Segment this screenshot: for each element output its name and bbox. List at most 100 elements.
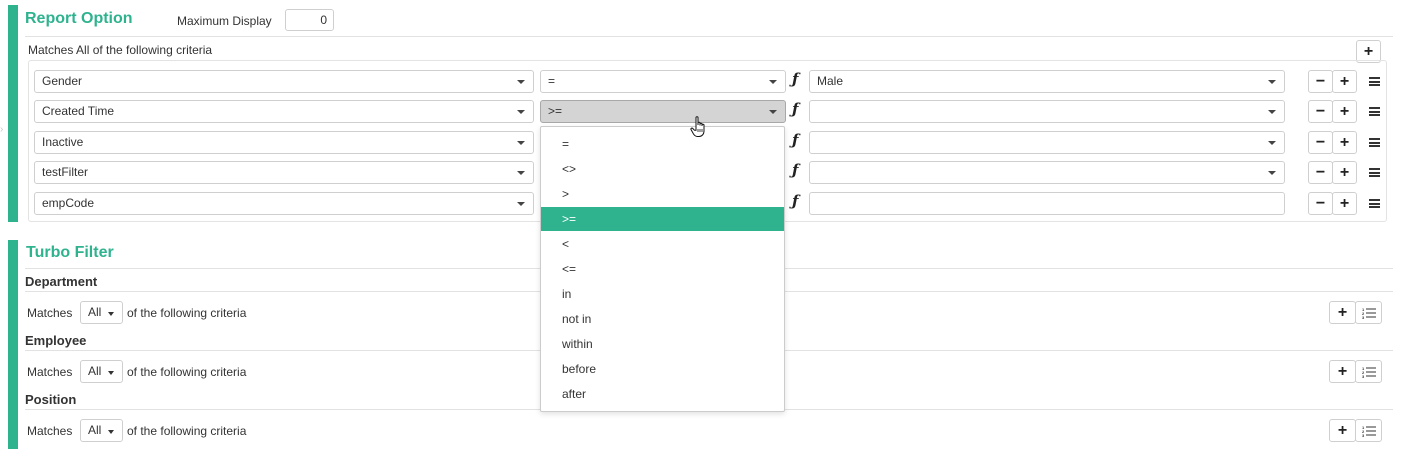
matches-label: Matches [27,365,73,379]
drag-handle-icon[interactable] [1369,77,1380,86]
field-select[interactable]: Inactive [34,131,534,154]
add-filter-button[interactable]: + [1329,360,1356,383]
remove-row-button[interactable]: − [1308,100,1333,123]
group-title-employee: Employee [25,333,87,348]
hand-pointer-cursor-icon [690,116,705,137]
plus-icon: + [1337,362,1348,380]
match-mode-value: All [88,364,102,378]
operator-option-gte[interactable]: >= [541,207,784,231]
operator-select-value: >= [548,104,563,118]
chevron-down-icon [517,141,525,145]
add-row-button[interactable]: + [1332,70,1357,93]
operator-option-gt[interactable]: > [541,182,784,206]
add-filter-button[interactable]: + [1329,301,1356,324]
chevron-down-icon [108,430,114,434]
chevron-down-icon [517,171,525,175]
chevron-down-icon [769,110,777,114]
match-mode-value: All [88,305,102,319]
matches-label: Matches [27,424,73,438]
max-display-input[interactable]: 0 [285,9,334,31]
value-select[interactable] [809,161,1285,184]
plus-icon: + [1337,421,1348,439]
operator-select[interactable]: = [540,70,786,93]
criteria-suffix-text: of the following criteria [127,306,247,320]
plus-icon: + [1339,102,1350,120]
remove-row-button[interactable]: − [1308,161,1333,184]
collapse-arrow-icon[interactable]: › [0,124,3,135]
add-row-button[interactable]: + [1332,131,1357,154]
operator-dropdown-menu: = <> > >= < <= in not in within before a… [540,126,785,412]
field-select[interactable]: testFilter [34,161,534,184]
match-mode-value: All [88,423,102,437]
value-select[interactable]: Male [809,70,1285,93]
ordered-list-button[interactable]: 123 [1355,419,1382,442]
chevron-down-icon [769,80,777,84]
chevron-down-icon [108,371,114,375]
minus-icon: − [1315,102,1326,120]
plus-icon: + [1337,303,1348,321]
ordered-list-button[interactable]: 123 [1355,301,1382,324]
minus-icon: − [1315,72,1326,90]
minus-icon: − [1315,194,1326,212]
operator-option-after[interactable]: after [541,382,784,406]
function-icon[interactable]: ƒ [792,192,798,210]
field-select-value: Gender [42,74,83,88]
matches-all-text: Matches All of the following criteria [28,43,213,57]
plus-icon: + [1339,72,1350,90]
operator-option-not-in[interactable]: not in [541,307,784,331]
match-mode-select[interactable]: All [80,301,123,324]
field-select-value: empCode [42,196,95,210]
add-row-button[interactable]: + [1332,192,1357,215]
drag-handle-icon[interactable] [1369,168,1380,177]
match-mode-select[interactable]: All [80,419,123,442]
svg-text:3: 3 [1362,433,1365,437]
value-select-value: Male [817,74,844,88]
add-filter-button[interactable]: + [1329,419,1356,442]
function-icon[interactable]: ƒ [792,131,798,149]
operator-option-before[interactable]: before [541,357,784,381]
chevron-down-icon [517,110,525,114]
operator-option-eq[interactable]: = [541,132,784,156]
operator-option-neq[interactable]: <> [541,157,784,181]
drag-handle-icon[interactable] [1369,138,1380,147]
function-icon[interactable]: ƒ [792,161,798,179]
chevron-down-icon [1268,141,1276,145]
criteria-suffix-text: of the following criteria [127,365,247,379]
field-select-value: Created Time [42,104,115,118]
value-select[interactable] [809,131,1285,154]
plus-icon: + [1339,163,1350,181]
max-display-label: Maximum Display [177,14,272,28]
ordered-list-button[interactable]: 123 [1355,360,1382,383]
field-select[interactable]: Created Time [34,100,534,123]
ordered-list-icon: 123 [1362,307,1376,319]
value-input[interactable] [809,192,1285,215]
remove-row-button[interactable]: − [1308,131,1333,154]
add-row-button[interactable]: + [1332,100,1357,123]
plus-icon: + [1339,133,1350,151]
operator-select-open[interactable]: >= [540,100,786,123]
matches-label: Matches [27,306,73,320]
remove-row-button[interactable]: − [1308,70,1333,93]
value-select[interactable] [809,100,1285,123]
chevron-down-icon [1268,110,1276,114]
field-select[interactable]: Gender [34,70,534,93]
function-icon[interactable]: ƒ [792,100,798,118]
operator-select-value: = [548,74,556,88]
remove-row-button[interactable]: − [1308,192,1333,215]
operator-option-in[interactable]: in [541,282,784,306]
field-select[interactable]: empCode [34,192,534,215]
drag-handle-icon[interactable] [1369,199,1380,208]
drag-handle-icon[interactable] [1369,107,1380,116]
operator-option-lte[interactable]: <= [541,257,784,281]
minus-icon: − [1315,163,1326,181]
function-icon[interactable]: ƒ [792,70,798,88]
add-row-button[interactable]: + [1332,161,1357,184]
operator-option-within[interactable]: within [541,332,784,356]
chevron-down-icon [517,80,525,84]
match-mode-select[interactable]: All [80,360,123,383]
chevron-down-icon [1268,171,1276,175]
group-title-position: Position [25,392,77,407]
operator-option-lt[interactable]: < [541,232,784,256]
minus-icon: − [1315,133,1326,151]
chevron-down-icon [517,202,525,206]
